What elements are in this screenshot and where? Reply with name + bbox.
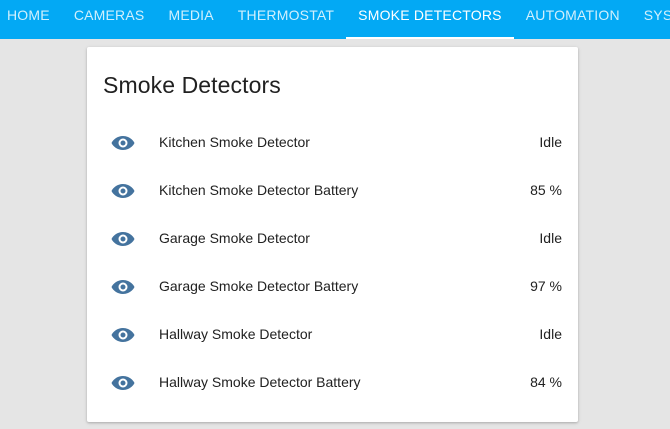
tab-home[interactable]: HOME	[0, 0, 62, 39]
card-title: Smoke Detectors	[103, 72, 281, 98]
entity-state: Idle	[539, 230, 562, 246]
entity-state: 97 %	[530, 278, 562, 294]
eye-icon	[111, 277, 135, 297]
smoke-detectors-card: Smoke Detectors Kitchen Smoke Detector I…	[87, 47, 578, 422]
eye-icon	[111, 229, 135, 249]
entity-name: Garage Smoke Detector Battery	[159, 278, 359, 294]
tab-system[interactable]: SYSTEM	[632, 0, 670, 39]
tab-smoke-detectors[interactable]: SMOKE DETECTORS	[346, 0, 514, 39]
entity-state: 84 %	[530, 374, 562, 390]
tab-bar: HOME CAMERAS MEDIA THERMOSTAT SMOKE DETE…	[0, 0, 670, 39]
entity-row-hallway-smoke-detector[interactable]: Hallway Smoke Detector Idle	[87, 311, 578, 359]
entity-name: Kitchen Smoke Detector Battery	[159, 182, 359, 198]
tab-thermostat[interactable]: THERMOSTAT	[226, 0, 346, 39]
entity-row-garage-smoke-detector[interactable]: Garage Smoke Detector Idle	[87, 215, 578, 263]
tab-automation[interactable]: AUTOMATION	[514, 0, 632, 39]
entity-state: Idle	[539, 134, 562, 150]
eye-icon	[111, 133, 135, 153]
entity-row-garage-smoke-detector-battery[interactable]: Garage Smoke Detector Battery 97 %	[87, 263, 578, 311]
entity-list: Kitchen Smoke Detector Idle Kitchen Smok…	[87, 119, 578, 407]
entity-name: Kitchen Smoke Detector	[159, 134, 310, 150]
entity-row-hallway-smoke-detector-battery[interactable]: Hallway Smoke Detector Battery 84 %	[87, 359, 578, 407]
entity-state: 85 %	[530, 182, 562, 198]
tab-cameras[interactable]: CAMERAS	[62, 0, 157, 39]
entity-name: Garage Smoke Detector	[159, 230, 310, 246]
eye-icon	[111, 181, 135, 201]
eye-icon	[111, 325, 135, 345]
top-navigation-bar: HOME CAMERAS MEDIA THERMOSTAT SMOKE DETE…	[0, 0, 670, 39]
entity-name: Hallway Smoke Detector Battery	[159, 374, 361, 390]
entity-state: Idle	[539, 326, 562, 342]
entity-row-kitchen-smoke-detector[interactable]: Kitchen Smoke Detector Idle	[87, 119, 578, 167]
entity-name: Hallway Smoke Detector	[159, 326, 313, 342]
tab-media[interactable]: MEDIA	[156, 0, 225, 39]
entity-row-kitchen-smoke-detector-battery[interactable]: Kitchen Smoke Detector Battery 85 %	[87, 167, 578, 215]
eye-icon	[111, 373, 135, 393]
